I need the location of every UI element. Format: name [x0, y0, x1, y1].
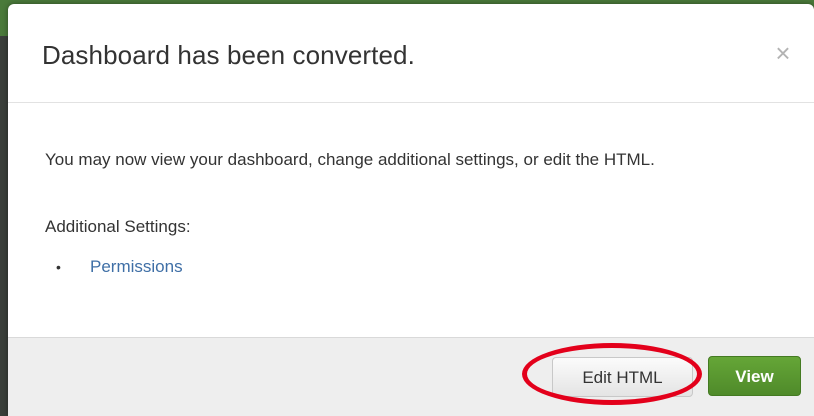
dialog-header: Dashboard has been converted. ×: [8, 4, 814, 103]
additional-settings-list: • Permissions: [56, 255, 183, 279]
view-button[interactable]: View: [708, 356, 801, 396]
dialog-title: Dashboard has been converted.: [42, 40, 415, 70]
additional-settings-label: Additional Settings:: [45, 217, 191, 236]
list-item: • Permissions: [56, 255, 183, 279]
permissions-link[interactable]: Permissions: [90, 257, 183, 276]
bullet: •: [56, 259, 61, 275]
conversion-dialog: Dashboard has been converted. × You may …: [8, 4, 814, 416]
dialog-message: You may now view your dashboard, change …: [45, 150, 655, 169]
dialog-body: You may now view your dashboard, change …: [8, 103, 814, 338]
close-icon[interactable]: ×: [772, 40, 794, 66]
edit-html-button[interactable]: Edit HTML: [552, 357, 693, 397]
dialog-footer: Edit HTML View: [8, 338, 814, 416]
